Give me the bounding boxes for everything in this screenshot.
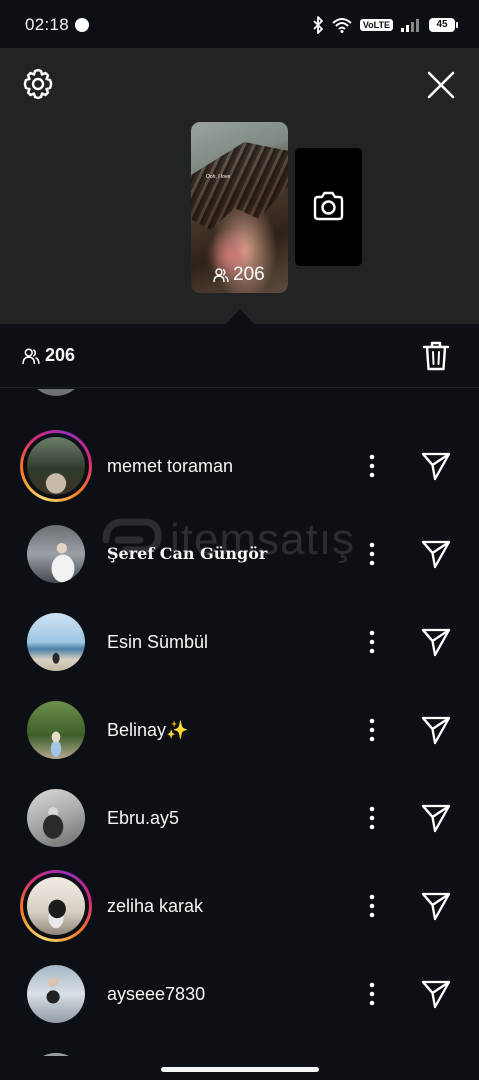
avatar[interactable] xyxy=(27,389,85,396)
send-icon[interactable] xyxy=(420,890,452,922)
list-item[interactable] xyxy=(0,1038,479,1056)
avatar[interactable] xyxy=(27,525,85,583)
chat-bubble-icon xyxy=(75,13,89,32)
story-caption: Ooh, I love xyxy=(206,174,231,180)
status-time: 02:18 xyxy=(25,15,70,34)
people-icon xyxy=(22,347,40,364)
list-item[interactable]: ayseee7830 xyxy=(0,950,479,1038)
people-icon xyxy=(213,268,229,283)
story-viewer-count: 206 xyxy=(213,264,265,286)
list-item[interactable]: memet toraman xyxy=(0,422,479,510)
add-story-camera-button[interactable] xyxy=(295,148,362,266)
username[interactable]: Şeref Can Güngör xyxy=(107,510,267,598)
send-icon[interactable] xyxy=(420,626,452,658)
wifi-icon xyxy=(332,18,352,33)
trash-icon[interactable] xyxy=(422,340,450,372)
username[interactable]: memet toraman xyxy=(107,422,233,510)
list-item[interactable]: Esin Sümbül xyxy=(0,598,479,686)
more-vertical-icon[interactable] xyxy=(362,803,382,833)
volte-badge: VoLTE xyxy=(359,19,393,31)
story-image-content xyxy=(191,142,288,230)
avatar[interactable] xyxy=(27,965,85,1023)
avatar[interactable] xyxy=(27,701,85,759)
battery-icon: 45 xyxy=(429,18,458,32)
more-vertical-icon[interactable] xyxy=(362,891,382,921)
avatar[interactable] xyxy=(27,1053,85,1056)
more-vertical-icon[interactable] xyxy=(362,627,382,657)
status-icons: VoLTE 45 xyxy=(312,14,458,36)
more-vertical-icon[interactable] xyxy=(362,451,382,481)
viewers-count: 206 xyxy=(22,345,75,366)
username[interactable]: ayseee7830 xyxy=(107,950,205,1038)
send-icon[interactable] xyxy=(420,978,452,1010)
viewers-list[interactable]: memet toraman Şeref Can Güngör Esin Sümb… xyxy=(0,389,479,1056)
status-bar: 02:18 VoLTE 45 xyxy=(0,0,479,48)
close-icon[interactable] xyxy=(424,68,458,102)
username[interactable]: Ebru.ay5 xyxy=(107,774,179,862)
home-indicator[interactable] xyxy=(161,1067,319,1072)
send-icon[interactable] xyxy=(420,714,452,746)
avatar[interactable] xyxy=(27,877,85,935)
avatar[interactable] xyxy=(27,613,85,671)
username[interactable]: Belinay✨ xyxy=(107,686,188,774)
more-vertical-icon[interactable] xyxy=(362,715,382,745)
avatar[interactable] xyxy=(27,789,85,847)
viewers-header: 206 xyxy=(0,324,479,388)
list-item[interactable] xyxy=(0,389,479,411)
bluetooth-icon xyxy=(313,16,323,34)
list-item[interactable]: Şeref Can Güngör xyxy=(0,510,479,598)
send-icon[interactable] xyxy=(420,802,452,834)
story-viewer-count-value: 206 xyxy=(233,264,265,285)
signal-icon xyxy=(401,19,419,32)
story-preview-panel: Ooh, I love 206 xyxy=(0,48,479,324)
gear-icon[interactable] xyxy=(20,66,56,102)
more-vertical-icon[interactable] xyxy=(362,979,382,1009)
camera-icon xyxy=(313,191,344,221)
list-item[interactable]: Ebru.ay5 xyxy=(0,774,479,862)
username[interactable]: zeliha karak xyxy=(107,862,203,950)
send-icon[interactable] xyxy=(420,450,452,482)
list-item[interactable]: zeliha karak xyxy=(0,862,479,950)
viewers-count-value: 206 xyxy=(45,345,76,365)
username[interactable]: Esin Sümbül xyxy=(107,598,208,686)
list-item[interactable]: Belinay✨ xyxy=(0,686,479,774)
send-icon[interactable] xyxy=(420,538,452,570)
avatar[interactable] xyxy=(27,437,85,495)
more-vertical-icon[interactable] xyxy=(362,539,382,569)
selected-story-pointer xyxy=(226,309,254,324)
story-thumbnail[interactable]: Ooh, I love 206 xyxy=(191,122,288,293)
